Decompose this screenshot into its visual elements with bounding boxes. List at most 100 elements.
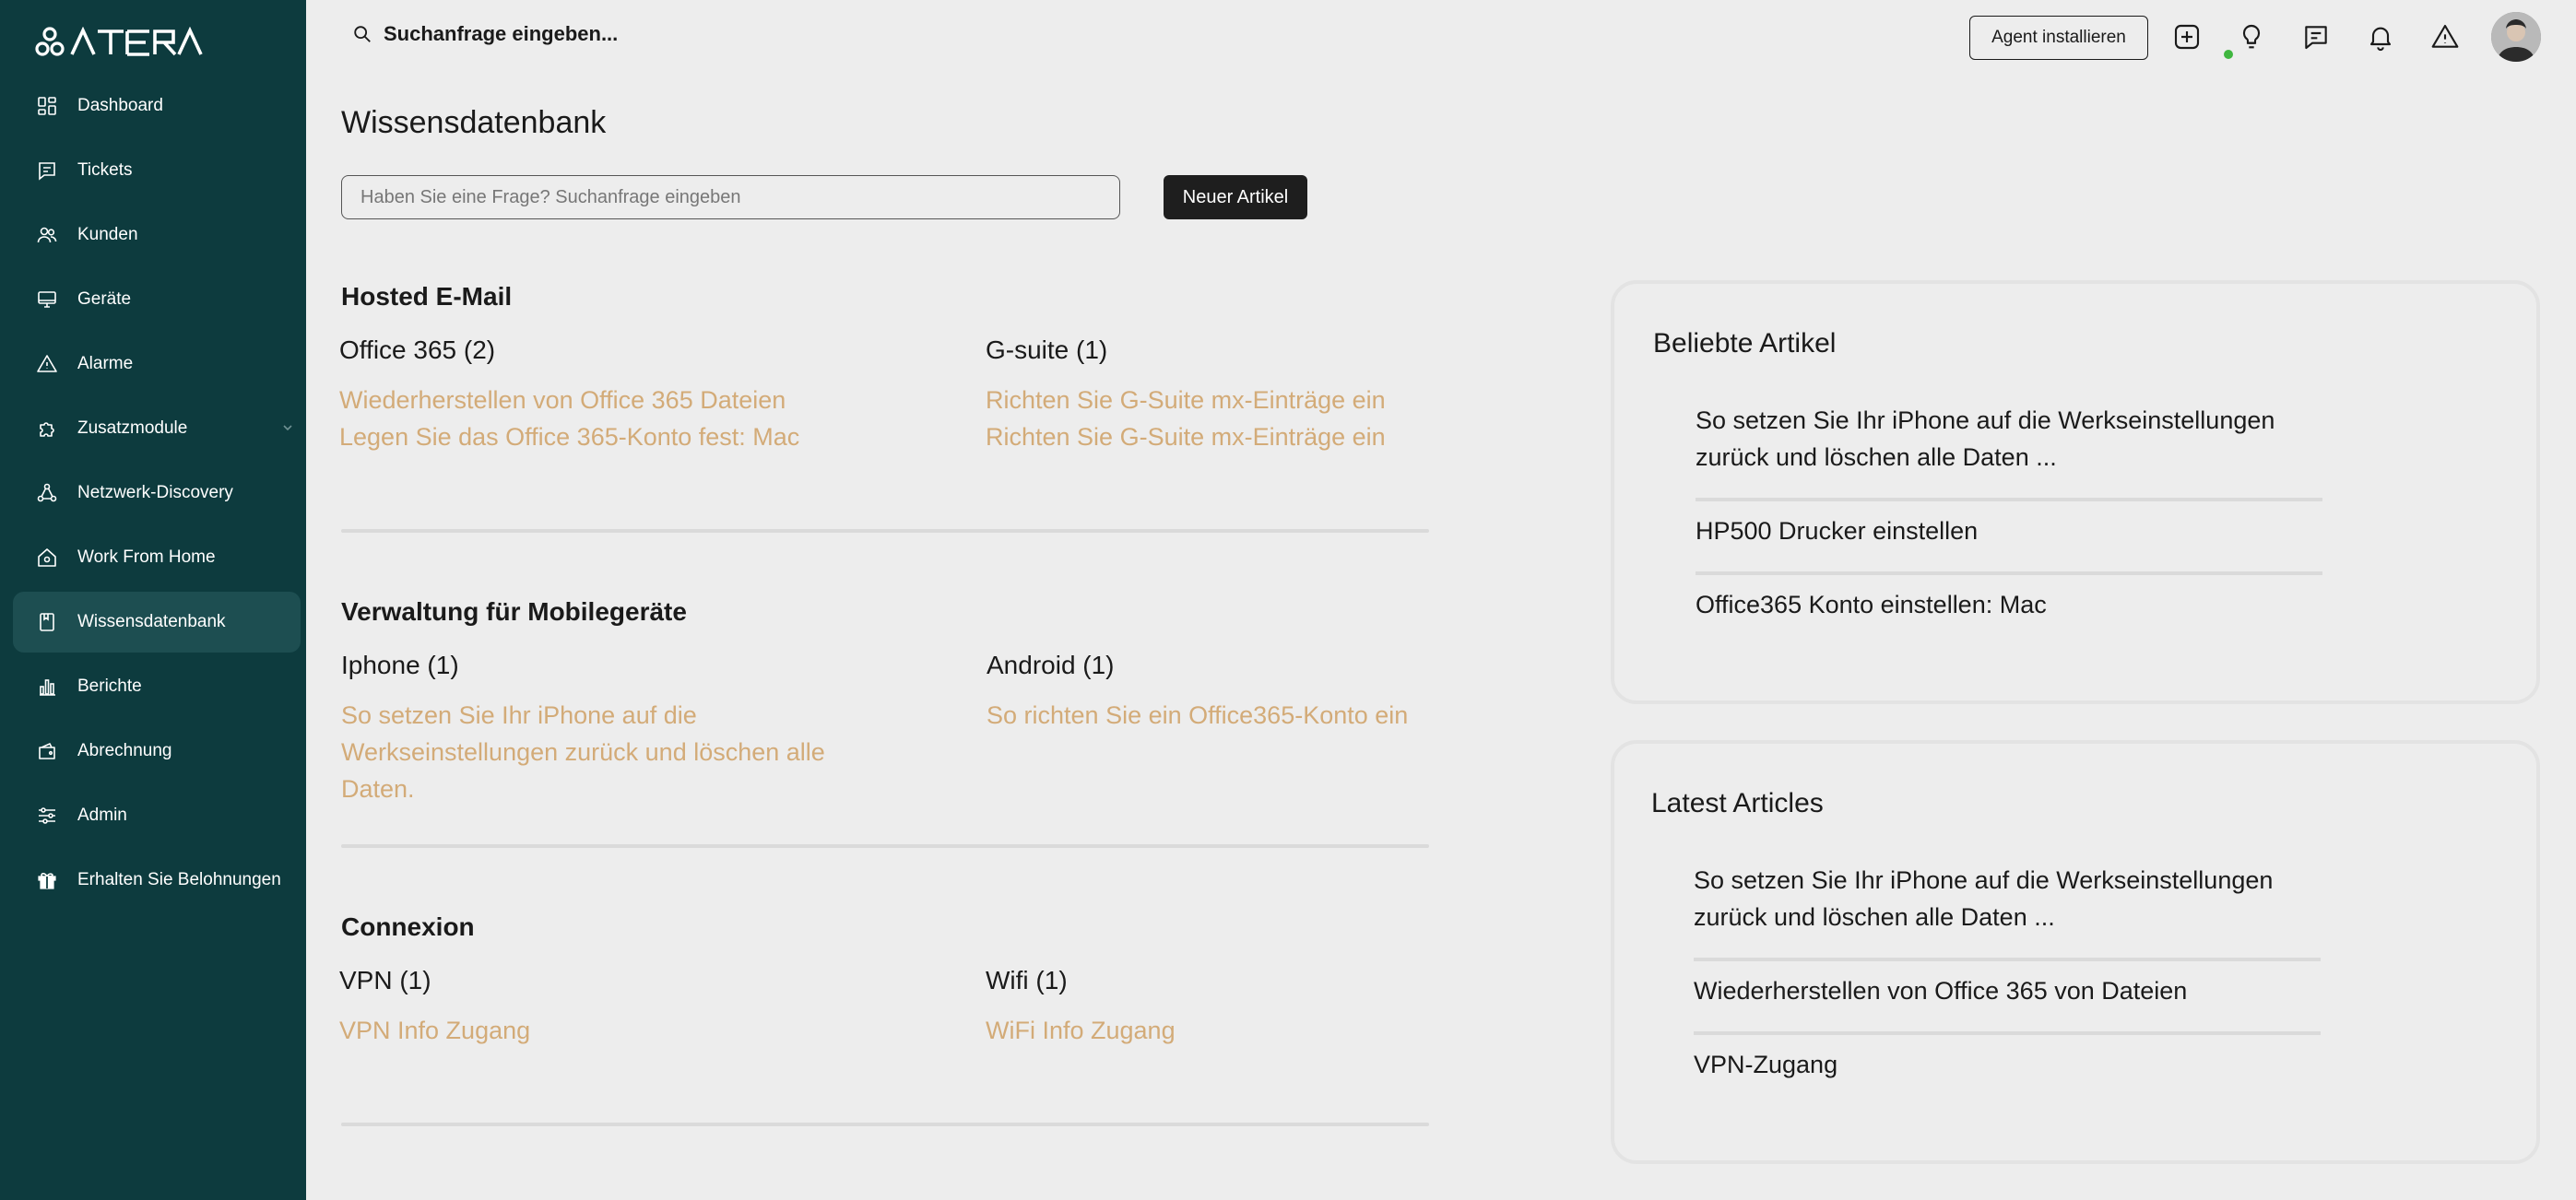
article-line: VPN-Zugang (1694, 1051, 1838, 1078)
article-line: So setzen Sie Ihr iPhone auf die Werksei… (1696, 406, 2275, 434)
article-link[interactable]: So setzen Sie Ihr iPhone auf die (341, 697, 894, 734)
sidebar-item-belohnungen[interactable]: Erhalten Sie Belohnungen (13, 850, 301, 911)
book-icon (35, 610, 59, 634)
dashboard-icon (35, 94, 59, 118)
sidebar-item-label: Zusatzmodule (77, 418, 188, 438)
network-icon (35, 481, 59, 505)
card-title: Latest Articles (1651, 788, 1824, 818)
sliders-icon (35, 804, 59, 828)
monitor-icon (35, 288, 59, 312)
sidebar-item-label: Netzwerk-Discovery (77, 483, 233, 502)
plus-square-icon (2174, 24, 2200, 50)
article-link[interactable]: So richten Sie ein Office365-Konto ein (987, 697, 1540, 734)
card-title: Beliebte Artikel (1653, 328, 1837, 359)
add-new-button[interactable] (2170, 20, 2204, 53)
atera-logo-mark (35, 27, 203, 56)
alert-icon (35, 352, 59, 376)
sidebar-item-label: Wissensdatenbank (77, 612, 226, 631)
popular-article-item[interactable]: HP500 Drucker einstellen (1696, 501, 2322, 575)
article-link[interactable]: VPN Info Zugang (339, 1012, 892, 1049)
kb-search-input[interactable] (341, 175, 1120, 219)
section-divider (341, 529, 1429, 533)
category-name: VPN (1) (339, 966, 431, 994)
chevron-down-icon[interactable] (280, 420, 295, 435)
notifications-button[interactable] (2364, 20, 2397, 53)
article-line: HP500 Drucker einstellen (1696, 517, 1979, 545)
ticket-icon (35, 159, 59, 182)
new-article-button[interactable]: Neuer Artikel (1164, 175, 1307, 219)
sidebar-item-geraete[interactable]: Geräte (13, 269, 301, 330)
global-search-label: Suchanfrage eingeben... (384, 22, 619, 45)
sidebar-item-alarme[interactable]: Alarme (13, 334, 301, 394)
article-link[interactable]: Wiederherstellen von Office 365 Dateien (339, 382, 892, 418)
kb-category-iphone: Iphone (1) So setzen Sie Ihr iPhone auf … (341, 651, 894, 807)
category-name: Office 365 (2) (339, 335, 496, 364)
warning-icon (2431, 24, 2459, 48)
section-divider (341, 1123, 1429, 1126)
sidebar-item-admin[interactable]: Admin (13, 785, 301, 846)
popular-article-item[interactable]: Office365 Konto einstellen: Mac (1696, 575, 2322, 645)
section-title: Hosted E-Mail (341, 282, 513, 311)
ideas-button[interactable] (2235, 20, 2268, 53)
wallet-icon (35, 739, 59, 763)
sidebar-item-kunden[interactable]: Kunden (13, 205, 301, 265)
avatar[interactable] (2491, 12, 2541, 62)
article-link[interactable]: Richten Sie G-Suite mx-Einträge ein (986, 382, 1539, 418)
messages-button[interactable] (2299, 20, 2333, 53)
bar-chart-icon (35, 675, 59, 699)
article-link[interactable]: WiFi Info Zugang (986, 1012, 1539, 1049)
sidebar-item-label: Kunden (77, 225, 138, 244)
popular-article-item[interactable]: So setzen Sie Ihr iPhone auf die Werksei… (1696, 391, 2322, 501)
section-divider (341, 844, 1429, 848)
article-link[interactable]: Legen Sie das Office 365-Konto fest: Mac (339, 418, 892, 455)
sidebar-item-label: Tickets (77, 160, 133, 180)
sidebar-item-dashboard[interactable]: Dashboard (13, 76, 301, 136)
kb-category-wifi: Wifi (1) WiFi Info Zugang (986, 966, 1539, 1049)
sidebar: Dashboard Tickets Kunden Geräte Alarme Z… (0, 0, 306, 1200)
latest-article-item[interactable]: Wiederherstellen von Office 365 von Date… (1694, 961, 2321, 1035)
sidebar-item-label: Abrechnung (77, 741, 172, 760)
sidebar-item-label: Geräte (77, 289, 132, 309)
section-title: Verwaltung für Mobilegeräte (341, 597, 687, 626)
sidebar-item-abrechnung[interactable]: Abrechnung (13, 721, 301, 782)
section-title: Connexion (341, 912, 475, 941)
bell-icon (2369, 27, 2392, 51)
puzzle-icon (35, 417, 59, 441)
top-bar: Suchanfrage eingeben... Agent installier… (306, 0, 2576, 76)
install-agent-button[interactable]: Agent installieren (1969, 16, 2148, 60)
sidebar-item-wissensdatenbank[interactable]: Wissensdatenbank (13, 592, 301, 653)
sidebar-item-label: Work From Home (77, 547, 216, 567)
kb-category-office365: Office 365 (2) Wiederherstellen von Offi… (339, 335, 892, 455)
kb-category-android: Android (1) So richten Sie ein Office365… (987, 651, 1540, 734)
global-search[interactable]: Suchanfrage eingeben... (352, 22, 618, 46)
popular-articles-card: Beliebte Artikel So setzen Sie Ihr iPhon… (1611, 280, 2540, 704)
article-line: So setzen Sie Ihr iPhone auf die Werksei… (1694, 866, 2274, 894)
sidebar-item-label: Berichte (77, 676, 142, 696)
sidebar-item-zusatzmodule[interactable]: Zusatzmodule (13, 398, 301, 459)
article-line: Wiederherstellen von Office 365 von Date… (1694, 977, 2188, 1005)
lightbulb-icon (2242, 24, 2261, 49)
sidebar-item-label: Alarme (77, 354, 134, 373)
latest-article-item[interactable]: VPN-Zugang (1694, 1035, 2321, 1105)
sidebar-item-netzwerk-discovery[interactable]: Netzwerk-Discovery (13, 463, 301, 524)
category-name: Android (1) (987, 651, 1115, 679)
sidebar-item-work-from-home[interactable]: Work From Home (13, 527, 301, 588)
online-status-dot (2222, 48, 2235, 61)
sidebar-item-label: Erhalten Sie Belohnungen (77, 870, 281, 889)
article-link[interactable]: Daten. (341, 771, 894, 807)
alerts-button[interactable] (2428, 20, 2462, 53)
sidebar-item-berichte[interactable]: Berichte (13, 656, 301, 717)
chat-icon (2305, 26, 2327, 50)
article-line: zurück und löschen alle Daten ... (1694, 903, 2055, 931)
sidebar-item-tickets[interactable]: Tickets (13, 140, 301, 201)
article-link[interactable]: Werkseinstellungen zurück und löschen al… (341, 734, 894, 771)
search-icon (354, 26, 371, 42)
latest-article-item[interactable]: So setzen Sie Ihr iPhone auf die Werksei… (1694, 851, 2321, 961)
sidebar-item-label: Dashboard (77, 96, 163, 115)
atera-logo[interactable] (35, 26, 203, 59)
article-line: Office365 Konto einstellen: Mac (1696, 591, 2047, 618)
users-icon (35, 223, 59, 247)
sidebar-item-label: Admin (77, 806, 127, 825)
article-link[interactable]: Richten Sie G-Suite mx-Einträge ein (986, 418, 1539, 455)
category-name: Iphone (1) (341, 651, 459, 679)
